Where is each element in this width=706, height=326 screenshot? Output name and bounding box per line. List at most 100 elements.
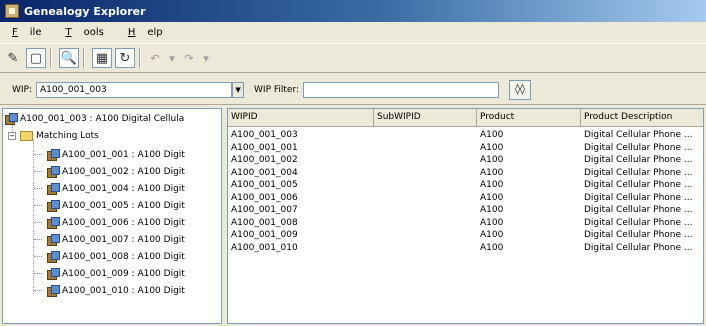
cell-subwipid: [374, 142, 477, 154]
chevron-down-icon[interactable]: ▼: [232, 81, 245, 98]
cell-product-description: Digital Cellular Phone ...: [584, 180, 693, 190]
title-bar[interactable]: Genealogy Explorer: [0, 0, 706, 22]
cell-product: A100: [480, 155, 504, 165]
tree-line: [34, 222, 42, 223]
tree-lot-node[interactable]: A100_001_006 : A100 Digit: [47, 214, 185, 231]
cell-product: A100: [480, 167, 504, 178]
cell-wipid: A100_001_003: [231, 130, 298, 140]
cell-product-description: Digital Cellular Phone ...: [584, 205, 693, 215]
chevron-down-icon[interactable]: ▾: [199, 48, 213, 68]
panel-icon[interactable]: ▢: [26, 48, 46, 68]
lot-icon: [47, 216, 60, 229]
tree-lot-node[interactable]: A100_001_010 : A100 Digit: [47, 282, 185, 299]
wip-grid[interactable]: WIPID SubWIPID Product Product Descripti…: [227, 108, 704, 324]
filter-bar: WIP: A100_001_003 ▼ WIP Filter: ◊◊: [0, 75, 706, 105]
lot-icon: [47, 165, 60, 178]
column-header-product-description[interactable]: Product Description: [581, 109, 703, 126]
lot-icon: [47, 199, 60, 212]
cell-product-description: Digital Cellular Phone ...: [584, 130, 693, 140]
toolbar: ✎ ▢ 🔍 ▦ ↻ ↶ ▾ ↷ ▾: [0, 43, 706, 73]
undo-icon[interactable]: ↶: [148, 48, 162, 68]
grid-header: WIPID SubWIPID Product Product Descripti…: [228, 109, 703, 127]
cell-wipid: A100_001_007: [231, 205, 298, 215]
tree-lot-node[interactable]: A100_001_002 : A100 Digit: [47, 163, 185, 180]
tree-node-label: A100_001_008 : A100 Digit: [62, 251, 185, 262]
columns-icon[interactable]: ▦: [92, 48, 112, 68]
tree-line: [34, 290, 42, 291]
cell-wipid: A100_001_005: [231, 180, 298, 190]
tree-node-label: A100_001_007 : A100 Digit: [62, 234, 185, 245]
tree-line: [33, 139, 34, 294]
cell-wipid: A100_001_002: [231, 155, 298, 165]
cell-subwipid: [374, 229, 477, 241]
tree-lot-node[interactable]: A100_001_008 : A100 Digit: [47, 248, 185, 265]
app-icon: [5, 4, 19, 18]
cell-wipid: A100_001_004: [231, 167, 298, 178]
cell-subwipid: [374, 217, 477, 229]
cell-wipid: A100_001_008: [231, 217, 298, 228]
binoculars-search-button[interactable]: ◊◊: [509, 79, 532, 100]
cell-product-description: Digital Cellular Phone ...: [584, 142, 693, 153]
wip-combobox-value: A100_001_003: [40, 84, 107, 95]
lot-icon: [47, 182, 60, 195]
lot-icon: [47, 148, 60, 161]
tree-lot-node[interactable]: A100_001_009 : A100 Digit: [47, 265, 185, 282]
wip-label: WIP:: [12, 84, 33, 95]
menu-file[interactable]: File: [0, 27, 53, 38]
cell-product-description: Digital Cellular Phone ...: [584, 217, 693, 228]
column-header-subwipid[interactable]: SubWIPID: [374, 109, 477, 126]
lot-icon: [5, 112, 18, 125]
tree-node-label: A100_001_009 : A100 Digit: [62, 268, 185, 279]
collapse-icon[interactable]: −: [8, 131, 16, 140]
tree-lot-node[interactable]: A100_001_005 : A100 Digit: [47, 197, 185, 214]
menu-help[interactable]: Help: [116, 27, 175, 38]
cell-wipid: A100_001_001: [231, 142, 298, 153]
cell-product: A100: [480, 130, 504, 140]
cell-product: A100: [480, 230, 504, 240]
tree-line: [34, 188, 42, 189]
wip-filter-label: WIP Filter:: [254, 84, 300, 95]
wip-combobox[interactable]: A100_001_003 ▼: [36, 81, 245, 98]
redo-icon[interactable]: ↷: [182, 48, 196, 68]
eraser-icon[interactable]: ✎: [3, 48, 23, 68]
tree-lot-node[interactable]: A100_001_001 : A100 Digit: [47, 146, 185, 163]
tree-line: [34, 273, 42, 274]
folder-icon: [20, 130, 33, 141]
tree-folder-node[interactable]: − Matching Lots: [8, 127, 99, 144]
tree-node-label: A100_001_005 : A100 Digit: [62, 200, 185, 211]
cell-wipid: A100_001_010: [231, 242, 298, 253]
binoculars-icon: ◊◊: [515, 83, 525, 95]
lot-icon: [47, 284, 60, 297]
tree-node-label: A100_001_004 : A100 Digit: [62, 183, 185, 194]
tree-lot-node[interactable]: A100_001_007 : A100 Digit: [47, 231, 185, 248]
tree-lot-node[interactable]: A100_001_004 : A100 Digit: [47, 180, 185, 197]
print-preview-icon[interactable]: 🔍: [59, 48, 79, 68]
cell-product-description: Digital Cellular Phone ...: [584, 167, 693, 178]
wip-filter-input[interactable]: [303, 81, 500, 98]
cell-product: A100: [480, 180, 504, 190]
cell-subwipid: [374, 179, 477, 191]
cell-product-description: Digital Cellular Phone ...: [584, 230, 693, 240]
cell-product-description: Digital Cellular Phone ...: [584, 192, 693, 203]
toolbar-separator: [50, 48, 52, 68]
tree-root-node[interactable]: A100_001_003 : A100 Digital Cellula: [5, 110, 184, 127]
tree-node-label: Matching Lots: [36, 130, 99, 141]
lot-icon: [47, 250, 60, 263]
refresh-icon[interactable]: ↻: [115, 48, 135, 68]
cell-subwipid: [374, 204, 477, 216]
toolbar-separator: [83, 48, 85, 68]
tree-node-label: A100_001_010 : A100 Digit: [62, 285, 185, 296]
tree-line: [34, 171, 42, 172]
tree-node-label: A100_001_006 : A100 Digit: [62, 217, 185, 228]
column-header-wipid[interactable]: WIPID: [228, 109, 374, 126]
genealogy-tree[interactable]: A100_001_003 : A100 Digital Cellula − Ma…: [2, 108, 222, 324]
cell-wipid: A100_001_006: [231, 192, 298, 203]
menu-bar: File Tools Help: [0, 22, 706, 42]
column-header-product[interactable]: Product: [477, 109, 581, 126]
chevron-down-icon[interactable]: ▾: [165, 48, 179, 68]
window-title: Genealogy Explorer: [24, 4, 146, 18]
tree-node-label: A100_001_001 : A100 Digit: [62, 149, 185, 160]
cell-subwipid: [374, 129, 477, 141]
menu-tools[interactable]: Tools: [53, 27, 115, 38]
lot-icon: [47, 267, 60, 280]
